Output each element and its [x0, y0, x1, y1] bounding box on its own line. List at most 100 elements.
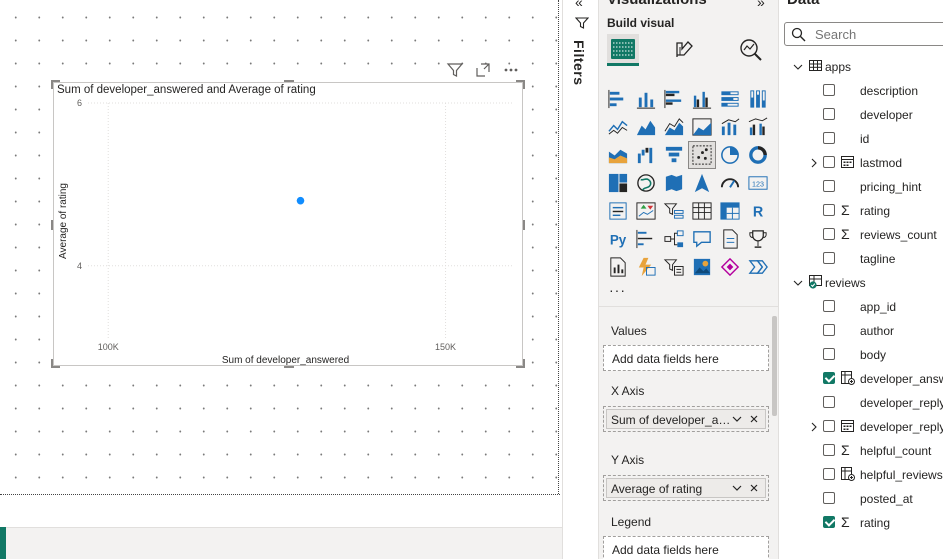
treemap-icon[interactable] — [605, 170, 631, 196]
field-item[interactable]: Σreviews_count — [779, 224, 943, 246]
power-automate-icon[interactable] — [661, 254, 687, 280]
area-chart-icon[interactable] — [633, 114, 659, 140]
build-visual-tab[interactable] — [607, 34, 639, 66]
field-checkbox[interactable] — [823, 180, 835, 192]
field-item[interactable]: developer_answered — [779, 368, 943, 390]
chevron-down-icon[interactable] — [731, 482, 743, 497]
more-options-icon[interactable] — [502, 61, 520, 79]
field-item[interactable]: app_id — [779, 296, 943, 318]
x-axis-well[interactable]: Sum of developer_ans... — [603, 406, 769, 432]
field-checkbox[interactable] — [823, 300, 835, 312]
100-stacked-area-chart-icon[interactable] — [689, 114, 715, 140]
smart-narrative-icon[interactable] — [717, 226, 743, 252]
field-item[interactable]: id — [779, 128, 943, 150]
report-canvas[interactable]: Sum of developer_answered and Average of… — [0, 0, 562, 527]
more-visuals-button[interactable]: ··· — [609, 282, 626, 298]
clustered-bar-chart-icon[interactable] — [661, 86, 687, 112]
field-item[interactable]: developer — [779, 104, 943, 126]
field-item[interactable]: Σhelpful_count — [779, 440, 943, 462]
field-item[interactable]: pricing_hint — [779, 176, 943, 198]
metrics-icon[interactable] — [745, 226, 771, 252]
wells-scrollbar[interactable] — [772, 316, 777, 416]
python-visual-icon[interactable]: Py — [605, 226, 631, 252]
field-checkbox[interactable] — [823, 372, 835, 384]
paginated-report-icon[interactable] — [605, 254, 631, 280]
chevron-down-icon[interactable] — [793, 277, 803, 287]
remove-field-icon[interactable] — [748, 413, 760, 428]
scatter-chart-icon[interactable] — [688, 141, 716, 169]
remove-field-icon[interactable] — [748, 482, 760, 497]
field-checkbox[interactable] — [823, 108, 835, 120]
field-checkbox[interactable] — [823, 228, 835, 240]
field-item[interactable]: lastmod — [779, 152, 943, 174]
chevron-down-icon[interactable] — [731, 413, 743, 428]
scatter-chart-visual[interactable]: Sum of developer_answered and Average of… — [51, 80, 525, 368]
pie-chart-icon[interactable] — [717, 142, 743, 168]
donut-chart-icon[interactable] — [745, 142, 771, 168]
field-checkbox[interactable] — [823, 396, 835, 408]
search-input[interactable] — [815, 26, 935, 42]
chevron-down-icon[interactable] — [793, 61, 803, 71]
stacked-bar-chart-icon[interactable] — [605, 86, 631, 112]
y-axis-field-pill[interactable]: Average of rating — [606, 478, 766, 498]
chevron-right-icon[interactable] — [809, 421, 819, 432]
line-and-stacked-column-chart-icon[interactable] — [717, 114, 743, 140]
funnel-chart-icon[interactable] — [661, 142, 687, 168]
filters-pane-collapsed[interactable]: « Filters — [562, 0, 598, 559]
table-reviews[interactable]: reviews — [779, 272, 943, 294]
field-checkbox[interactable] — [823, 156, 835, 168]
analytics-tab[interactable] — [735, 34, 767, 66]
values-well-drop-zone[interactable]: Add data fields here — [603, 345, 769, 371]
ribbon-chart-icon[interactable] — [605, 142, 631, 168]
100-stacked-bar-chart-icon[interactable] — [717, 86, 743, 112]
field-item[interactable]: Σrating — [779, 512, 943, 534]
field-item[interactable]: developer_reply — [779, 392, 943, 414]
chevron-right-icon[interactable] — [809, 157, 819, 168]
field-item[interactable]: description — [779, 80, 943, 102]
line-and-clustered-column-chart-icon[interactable] — [745, 114, 771, 140]
focus-mode-icon[interactable] — [474, 61, 492, 79]
field-checkbox[interactable] — [823, 468, 835, 480]
kpi-icon[interactable] — [633, 198, 659, 224]
chevron-flow-icon[interactable] — [745, 254, 771, 280]
arcgis-map-icon[interactable] — [689, 254, 715, 280]
map-icon[interactable] — [633, 170, 659, 196]
r-script-visual-icon[interactable]: R — [745, 198, 771, 224]
table-icon[interactable] — [689, 198, 715, 224]
gauge-icon[interactable] — [717, 170, 743, 196]
field-checkbox[interactable] — [823, 348, 835, 360]
stacked-column-chart-icon[interactable] — [633, 86, 659, 112]
format-visual-tab[interactable] — [669, 34, 701, 66]
multi-row-card-icon[interactable] — [605, 198, 631, 224]
card-icon[interactable]: 123 — [745, 170, 771, 196]
expand-chevron-icon[interactable]: « — [575, 0, 583, 10]
field-item[interactable]: tagline — [779, 248, 943, 270]
table-apps[interactable]: apps — [779, 56, 943, 78]
field-item[interactable]: Σrating — [779, 200, 943, 222]
field-item[interactable]: helpful_reviews — [779, 464, 943, 486]
100-stacked-column-chart-icon[interactable] — [745, 86, 771, 112]
line-chart-icon[interactable] — [605, 114, 631, 140]
field-checkbox[interactable] — [823, 204, 835, 216]
field-checkbox[interactable] — [823, 84, 835, 96]
y-axis-well[interactable]: Average of rating — [603, 475, 769, 501]
legend-well-drop-zone[interactable]: Add data fields here — [603, 536, 769, 559]
field-item[interactable]: posted_at — [779, 488, 943, 510]
field-checkbox[interactable] — [823, 492, 835, 504]
field-item[interactable]: body — [779, 344, 943, 366]
filled-map-icon[interactable] — [661, 170, 687, 196]
key-influencers-icon[interactable] — [633, 226, 659, 252]
data-point[interactable] — [296, 196, 305, 205]
clustered-column-chart-icon[interactable] — [689, 86, 715, 112]
data-search-box[interactable] — [784, 22, 943, 46]
slicer-icon[interactable] — [661, 198, 687, 224]
active-page-tab[interactable] — [0, 527, 6, 559]
qa-icon[interactable] — [689, 226, 715, 252]
field-checkbox[interactable] — [823, 444, 835, 456]
power-apps-icon[interactable] — [633, 254, 659, 280]
x-axis-field-pill[interactable]: Sum of developer_ans... — [606, 409, 766, 429]
filter-icon[interactable] — [446, 61, 464, 79]
field-checkbox[interactable] — [823, 324, 835, 336]
field-checkbox[interactable] — [823, 420, 835, 432]
field-item[interactable]: author — [779, 320, 943, 342]
